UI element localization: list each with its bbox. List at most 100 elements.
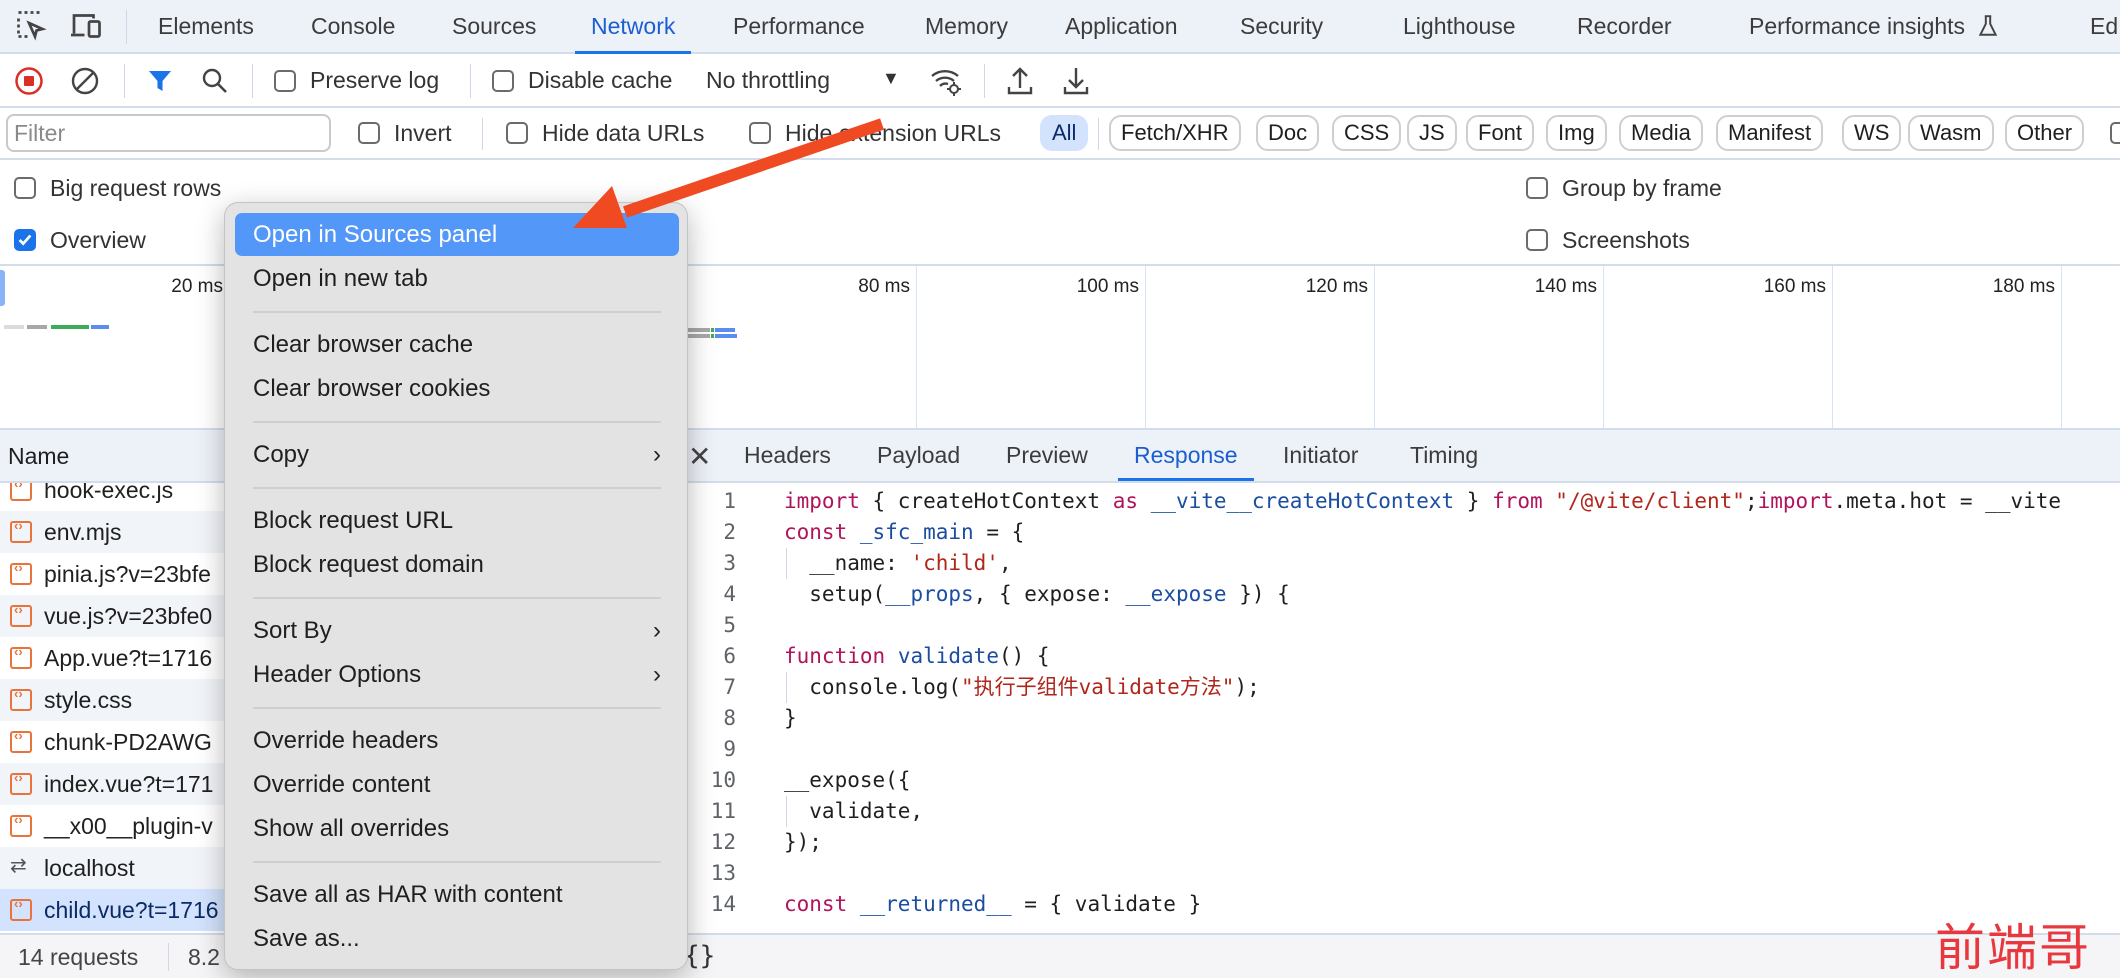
tab-initiator[interactable]: Initiator — [1283, 430, 1358, 481]
export-har-icon[interactable] — [1060, 64, 1092, 98]
timeline-tick-label: 100 ms — [1076, 276, 1139, 297]
menu-item-block-request-url[interactable]: Block request URL — [235, 499, 679, 542]
menu-item-block-request-domain[interactable]: Block request domain — [235, 543, 679, 586]
menu-item-clear-browser-cookies[interactable]: Clear browser cookies — [235, 367, 679, 410]
request-name: App.vue?t=1716 — [44, 645, 213, 671]
search-icon[interactable] — [200, 66, 230, 96]
menu-item-clear-browser-cache[interactable]: Clear browser cache — [235, 323, 679, 366]
menu-item-save-as[interactable]: Save as... — [235, 917, 679, 960]
request-name: index.vue?t=171 — [44, 771, 214, 797]
disable-cache-checkbox[interactable] — [492, 70, 514, 92]
record-stop-icon[interactable] — [14, 66, 44, 96]
hide-data-urls-checkbox[interactable] — [506, 122, 528, 144]
code-line: 7 console.log("执行子组件validate方法"); — [680, 672, 2120, 703]
tab-elements[interactable]: Elements — [158, 0, 254, 52]
code-token: _sfc_main — [859, 520, 974, 544]
tab-response[interactable]: Response — [1118, 430, 1254, 481]
code-token: __props — [885, 582, 974, 606]
tab-security[interactable]: Security — [1240, 0, 1323, 52]
code-token: validate, — [784, 799, 924, 823]
code-token: "执行子组件validate方法" — [961, 675, 1235, 699]
timeline-gridline — [2061, 266, 2062, 428]
tab-performance[interactable]: Performance — [733, 0, 865, 52]
tab-payload[interactable]: Payload — [877, 430, 960, 481]
filter-chip-img[interactable]: Img — [1546, 115, 1607, 151]
request-name: hook-exec.js — [44, 483, 174, 503]
preserve-log-checkbox[interactable] — [274, 70, 296, 92]
filter-chip-wasm[interactable]: Wasm — [1908, 115, 1994, 151]
invert-checkbox[interactable] — [358, 122, 380, 144]
menu-item-label: Save all as HAR with content — [253, 881, 563, 908]
device-toolbar-icon[interactable] — [68, 8, 104, 44]
more-filters-checkbox[interactable] — [2110, 122, 2120, 144]
inspect-element-icon[interactable] — [14, 8, 50, 44]
filter-chip-other[interactable]: Other — [2005, 115, 2085, 151]
tab-recorder[interactable]: Recorder — [1577, 0, 1672, 52]
tab-lighthouse[interactable]: Lighthouse — [1403, 0, 1516, 52]
group-by-frame-checkbox[interactable] — [1526, 177, 1548, 199]
menu-separator — [253, 861, 661, 863]
tab-console[interactable]: Console — [311, 0, 395, 52]
request-name: vue.js?v=23bfe0 — [44, 603, 213, 629]
filter-chip-manifest[interactable]: Manifest — [1716, 115, 1824, 151]
code-token: __returned__ — [859, 892, 1012, 916]
code-text: function validate() { — [784, 641, 1050, 672]
response-code-viewer[interactable]: 1 import { createHotContext as __vite__cr… — [680, 483, 2120, 933]
filter-chip-media[interactable]: Media — [1619, 115, 1703, 151]
tab-timing[interactable]: Timing — [1410, 430, 1478, 481]
menu-item-sort-by[interactable]: Sort By › — [235, 609, 679, 652]
overview-checkbox[interactable] — [14, 229, 36, 251]
tab-overflow[interactable]: Ed — [2090, 0, 2118, 52]
menu-item-open-in-sources-panel[interactable]: Open in Sources panel — [235, 213, 679, 256]
tab-memory[interactable]: Memory — [925, 0, 1008, 52]
import-har-icon[interactable] — [1004, 64, 1036, 98]
pretty-print-button[interactable]: {} — [684, 941, 715, 971]
network-conditions-icon[interactable] — [928, 64, 964, 98]
code-text: const _sfc_main = { — [784, 517, 1024, 548]
filter-chip-js[interactable]: JS — [1407, 115, 1457, 151]
menu-item-open-in-new-tab[interactable]: Open in new tab — [235, 257, 679, 300]
tab-performance-insights[interactable]: Performance insights — [1749, 0, 1999, 52]
filter-chip-font[interactable]: Font — [1466, 115, 1535, 151]
code-text: const __returned__ = { validate } — [784, 889, 1201, 920]
throttling-select[interactable]: No throttling ▼ — [706, 60, 906, 102]
close-detail-icon[interactable]: ✕ — [688, 440, 711, 473]
request-count: 14 requests — [18, 944, 139, 970]
menu-item-override-content[interactable]: Override content — [235, 763, 679, 806]
screenshots-checkbox[interactable] — [1526, 229, 1548, 251]
filter-chip-fetch-xhr[interactable]: Fetch/XHR — [1109, 115, 1241, 151]
tab-preview[interactable]: Preview — [1006, 430, 1088, 481]
menu-item-save-all-as-har-with-content[interactable]: Save all as HAR with content — [235, 873, 679, 916]
tab-application[interactable]: Application — [1065, 0, 1178, 52]
detail-tab-bar: ✕ Headers Payload Preview Response Initi… — [680, 430, 2120, 483]
filter-icon[interactable] — [146, 67, 174, 95]
tab-network[interactable]: Network — [574, 0, 692, 54]
menu-item-copy[interactable]: Copy › — [235, 433, 679, 476]
filter-input[interactable] — [6, 114, 331, 152]
line-number: 12 — [710, 830, 736, 854]
filter-chip-css[interactable]: CSS — [1332, 115, 1402, 151]
tab-sources[interactable]: Sources — [452, 0, 536, 52]
clear-icon[interactable] — [70, 66, 100, 96]
hide-extension-urls-checkbox[interactable] — [749, 122, 771, 144]
menu-item-show-all-overrides[interactable]: Show all overrides — [235, 807, 679, 850]
timeline-bar-stalled — [27, 325, 47, 329]
menu-item-override-headers[interactable]: Override headers — [235, 719, 679, 762]
filter-chip-all[interactable]: All — [1040, 115, 1089, 151]
menu-item-header-options[interactable]: Header Options › — [235, 653, 679, 696]
filter-chip-doc[interactable]: Doc — [1256, 115, 1320, 151]
line-number: 4 — [723, 582, 736, 606]
tab-headers[interactable]: Headers — [744, 430, 831, 481]
filter-chip-ws[interactable]: WS — [1842, 115, 1902, 151]
timeline-bar-stalled — [688, 328, 710, 332]
big-request-rows-checkbox[interactable] — [14, 177, 36, 199]
menu-item-label: Clear browser cookies — [253, 375, 491, 402]
code-text: __expose({ — [784, 765, 910, 796]
code-token: __expose({ — [784, 768, 911, 792]
script-file-icon — [10, 602, 32, 627]
preserve-log-label: Preserve log — [310, 67, 440, 93]
indent-guide — [786, 672, 787, 703]
timeline-bar-queued — [4, 325, 24, 329]
line-number: 13 — [710, 861, 736, 885]
